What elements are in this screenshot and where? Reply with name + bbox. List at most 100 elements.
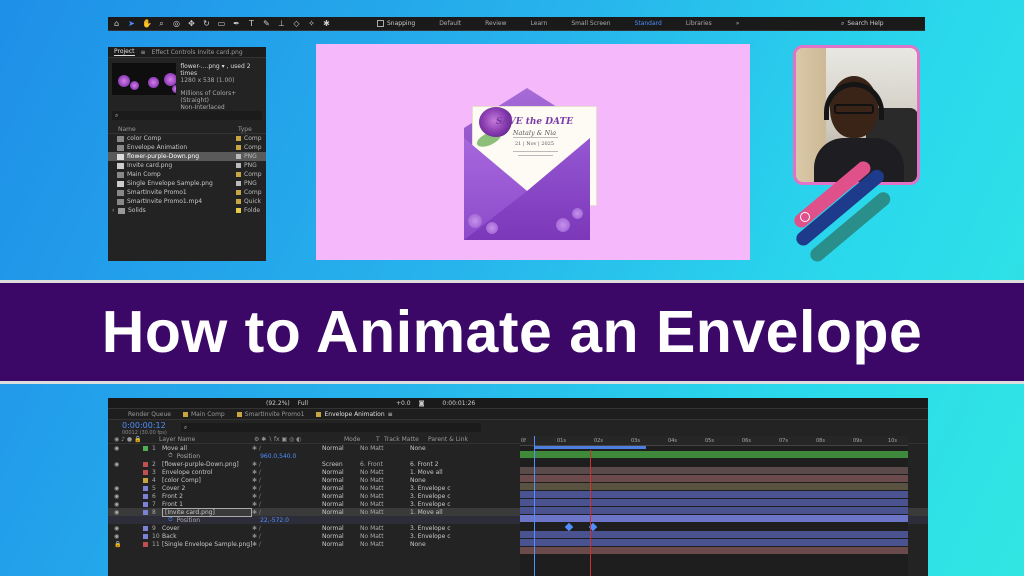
snapping-toggle[interactable]: Snapping <box>377 20 415 27</box>
eye-icon[interactable]: ◉ <box>114 501 123 508</box>
layer-switches[interactable]: ✱ ∕ <box>252 445 322 452</box>
layer-switches[interactable]: ✱ ∕ <box>252 493 322 500</box>
rotate-tool-icon[interactable]: ↻ <box>202 17 211 31</box>
workspace-learn[interactable]: Learn <box>531 20 548 27</box>
column-layer-name[interactable]: Layer Name <box>159 436 254 443</box>
playhead[interactable] <box>534 436 535 576</box>
label-swatch[interactable] <box>143 445 148 451</box>
rectangle-tool-icon[interactable]: ▭ <box>217 17 226 31</box>
stamp-tool-icon[interactable]: ⊥ <box>277 17 286 31</box>
label-swatch[interactable] <box>143 541 148 547</box>
eye-icon[interactable]: ◉ <box>114 509 123 516</box>
project-item[interactable]: color Comp Comp <box>108 134 266 143</box>
work-area-bar[interactable] <box>534 446 646 449</box>
roto-brush-tool-icon[interactable]: ✧ <box>307 17 316 31</box>
pen-tool-icon[interactable]: ✒ <box>232 17 241 31</box>
label-swatch[interactable] <box>236 163 241 168</box>
eye-icon[interactable]: ◉ <box>114 493 123 500</box>
workspace-review[interactable]: Review <box>485 20 506 27</box>
column-mode[interactable]: Mode <box>344 436 376 443</box>
column-parent[interactable]: Parent & Link <box>428 436 468 443</box>
menu-icon[interactable]: ≡ <box>388 411 393 418</box>
home-icon[interactable]: ⌂ <box>112 17 121 31</box>
time-graph[interactable]: 0f 01s 02s 03s 04s 05s 06s 07s 08s 09s 1… <box>520 436 908 576</box>
search-help-field[interactable]: ⌕ Search Help <box>841 20 921 28</box>
selection-tool-icon[interactable]: ➤ <box>127 17 136 31</box>
label-swatch[interactable] <box>143 461 148 467</box>
workspace-default[interactable]: Default <box>439 20 461 27</box>
project-item[interactable]: › Solids Folde <box>108 206 266 215</box>
column-name[interactable]: Name <box>118 126 238 133</box>
label-swatch[interactable] <box>236 181 241 186</box>
time-ruler[interactable]: 0f 01s 02s 03s 04s 05s 06s 07s 08s 09s 1… <box>520 436 908 446</box>
column-type[interactable]: Type <box>238 126 266 133</box>
pan-behind-tool-icon[interactable]: ✥ <box>187 17 196 31</box>
layer-bar-selected[interactable] <box>520 515 908 522</box>
stopwatch-icon[interactable]: ⏱ <box>168 452 173 460</box>
layer-bar[interactable] <box>520 499 908 506</box>
tab-main-comp[interactable]: Main Comp <box>182 411 225 418</box>
label-swatch[interactable] <box>143 501 148 507</box>
label-swatch[interactable] <box>236 145 241 150</box>
project-item[interactable]: SmartInvite Promo1 Comp <box>108 188 266 197</box>
label-swatch[interactable] <box>236 199 241 204</box>
layer-bar[interactable] <box>520 531 908 538</box>
layer-bar[interactable] <box>520 539 908 546</box>
eye-icon[interactable]: ◉ <box>114 485 123 492</box>
layer-switches[interactable]: ✱ ∕ <box>252 525 322 532</box>
workspace-small-screen[interactable]: Small Screen <box>571 20 610 27</box>
label-swatch[interactable] <box>143 485 148 491</box>
snapping-checkbox[interactable] <box>377 20 384 27</box>
tab-smartinvite-promo1[interactable]: SmartInvite Promo1 <box>236 411 304 418</box>
current-timecode[interactable]: 0:00:00:12 <box>122 422 167 430</box>
eraser-tool-icon[interactable]: ◇ <box>292 17 301 31</box>
layer-bar[interactable] <box>520 507 908 514</box>
layer-bar[interactable] <box>520 547 908 554</box>
project-search-input[interactable]: ⌕ <box>112 111 262 120</box>
label-swatch[interactable] <box>236 136 241 141</box>
tab-render-queue[interactable]: Render Queue <box>128 411 171 418</box>
keyframe-icon[interactable] <box>564 522 574 532</box>
label-swatch[interactable] <box>236 172 241 177</box>
type-tool-icon[interactable]: T <box>247 17 256 31</box>
workspace-more-button[interactable]: » <box>736 20 740 27</box>
project-item[interactable]: SmartInvite Promo1.mp4 Quick <box>108 197 266 206</box>
label-swatch[interactable] <box>143 469 148 475</box>
layer-switches[interactable]: ✱ ∕ <box>252 477 322 484</box>
resolution-dropdown[interactable]: Full <box>298 400 308 407</box>
label-swatch[interactable] <box>143 509 148 515</box>
label-swatch[interactable] <box>143 493 148 499</box>
project-item[interactable]: Envelope Animation Comp <box>108 143 266 152</box>
layer-bar[interactable] <box>520 451 908 458</box>
tab-envelope-animation[interactable]: Envelope Animation ≡ <box>316 411 393 418</box>
tab-effect-controls[interactable]: Effect Controls Invite card.png <box>152 49 243 56</box>
offset-value[interactable]: +0.0 <box>396 400 411 407</box>
label-swatch[interactable] <box>236 208 241 213</box>
tab-project[interactable]: Project <box>114 48 135 56</box>
brush-tool-icon[interactable]: ✎ <box>262 17 271 31</box>
project-item[interactable]: Single Envelope Sample.png PNG <box>108 179 266 188</box>
puppet-tool-icon[interactable]: ✱ <box>322 17 331 31</box>
eye-icon[interactable]: ◉ <box>114 445 123 452</box>
workspace-standard[interactable]: Standard <box>635 20 662 27</box>
column-track-matte[interactable]: Track Matte <box>384 436 428 443</box>
magnification-dropdown[interactable]: (92.2%) <box>266 400 290 407</box>
timeline-search-input[interactable]: ⌕ <box>180 423 481 432</box>
layer-bar[interactable] <box>520 475 908 482</box>
label-swatch[interactable] <box>236 190 241 195</box>
layer-switches[interactable]: ✱ ∕ <box>252 501 322 508</box>
project-item-selected[interactable]: flower-purple-Down.png PNG <box>108 152 266 161</box>
eye-icon[interactable]: ◉ <box>114 461 123 468</box>
layer-switches[interactable]: ✱ ∕ <box>252 533 322 540</box>
workspace-libraries[interactable]: Libraries <box>686 20 712 27</box>
layer-bar[interactable] <box>520 483 908 490</box>
label-swatch[interactable] <box>143 525 148 531</box>
layer-switches[interactable]: ✱ ∕ <box>252 509 322 516</box>
disclosure-triangle-icon[interactable]: › <box>112 207 116 214</box>
stopwatch-icon[interactable]: ⏱ <box>168 516 173 524</box>
hand-tool-icon[interactable]: ✋ <box>142 17 152 31</box>
layer-bar[interactable] <box>520 467 908 474</box>
layer-bar[interactable] <box>520 491 908 498</box>
composition-viewer[interactable]: SAVE the DATE Nataly & Nia 21 | Nov | 20… <box>316 44 750 260</box>
lock-icon[interactable]: 🔒 <box>114 541 123 548</box>
